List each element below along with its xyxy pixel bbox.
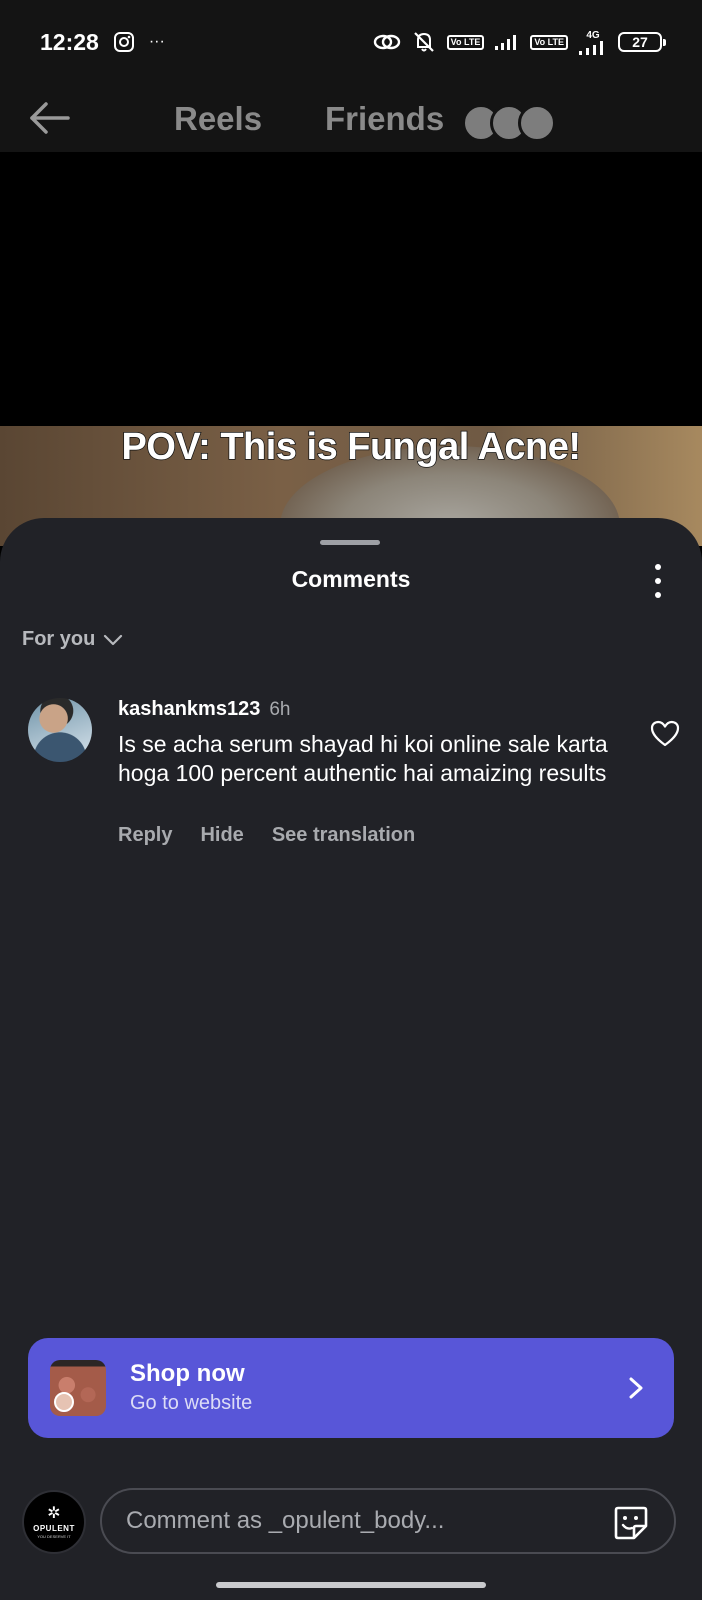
like-comment-button[interactable] [650, 720, 680, 748]
tab-friends[interactable]: Friends [325, 100, 444, 138]
brand-avatar[interactable]: ✲ OPULENT YOU DESERVE IT [22, 1490, 86, 1554]
product-thumbnail [50, 1360, 106, 1416]
volte-badge: Vo LTE [446, 34, 485, 50]
comment-header: kashankms123 6h [118, 698, 290, 721]
more-notifications-icon: ··· [148, 33, 165, 50]
comment-composer: ✲ OPULENT YOU DESERVE IT [0, 1470, 702, 1574]
battery-indicator: 27 [618, 32, 666, 52]
status-bar: 12:28 ··· Vo LTE Vo LTE 4G 27 [0, 0, 702, 84]
status-time: 12:28 [40, 28, 99, 55]
lotus-logo-icon: ✲ [47, 1504, 61, 1522]
video-caption: POV: This is Fungal Acne! [121, 425, 582, 469]
go-to-website-label: Go to website [130, 1392, 253, 1414]
comment-text: Is se acha serum shayad hi koi online sa… [118, 731, 608, 786]
commenter-avatar[interactable] [28, 698, 92, 762]
signal-icon [494, 33, 520, 51]
chevron-right-icon [629, 1377, 643, 1399]
dot [655, 592, 661, 598]
heart-icon [650, 720, 680, 747]
comment-actions: Reply Hide See translation [118, 824, 415, 847]
sheet-drag-handle[interactable] [320, 540, 380, 545]
tab-reels[interactable]: Reels [174, 100, 262, 138]
sort-label: For you [22, 628, 96, 650]
reply-button[interactable]: Reply [118, 824, 172, 847]
signal-4g-icon: 4G [578, 30, 608, 55]
comment-time: 6h [269, 699, 291, 720]
brand-tagline: YOU DESERVE IT [37, 1533, 71, 1539]
shop-now-title: Shop now [130, 1360, 245, 1387]
back-arrow-icon [30, 102, 70, 134]
home-indicator[interactable] [216, 1582, 486, 1588]
volte-badge-2: Vo LTE [530, 34, 568, 50]
see-translation-button[interactable]: See translation [272, 824, 415, 847]
muted-bell-icon [411, 30, 437, 54]
hide-button[interactable]: Hide [200, 824, 243, 847]
sheet-title: Comments [291, 566, 411, 592]
dot [655, 564, 661, 570]
instagram-icon [113, 31, 135, 53]
sticker-icon[interactable] [612, 1504, 650, 1542]
friend-avatar [518, 104, 556, 142]
sort-dropdown[interactable]: For you [22, 628, 123, 651]
friends-avatars[interactable] [462, 104, 558, 142]
creator-face [54, 1392, 74, 1412]
chevron-down-icon [104, 634, 123, 645]
network-type-label: 4G [586, 29, 600, 41]
reel-video-top[interactable] [0, 152, 702, 426]
system-home-bar [0, 1574, 702, 1600]
more-options-button[interactable] [650, 564, 666, 598]
brand-name: OPULENT [33, 1523, 75, 1533]
shop-now-banner[interactable]: Shop now Go to website [28, 1338, 674, 1438]
back-button[interactable] [28, 100, 72, 136]
reels-top-nav: Reels Friends [0, 84, 702, 152]
dot [655, 578, 661, 584]
link-icon [373, 32, 401, 52]
comment-username[interactable]: kashankms123 [118, 698, 260, 721]
comment-input[interactable] [126, 1507, 566, 1535]
comment-input-box[interactable] [100, 1488, 676, 1554]
